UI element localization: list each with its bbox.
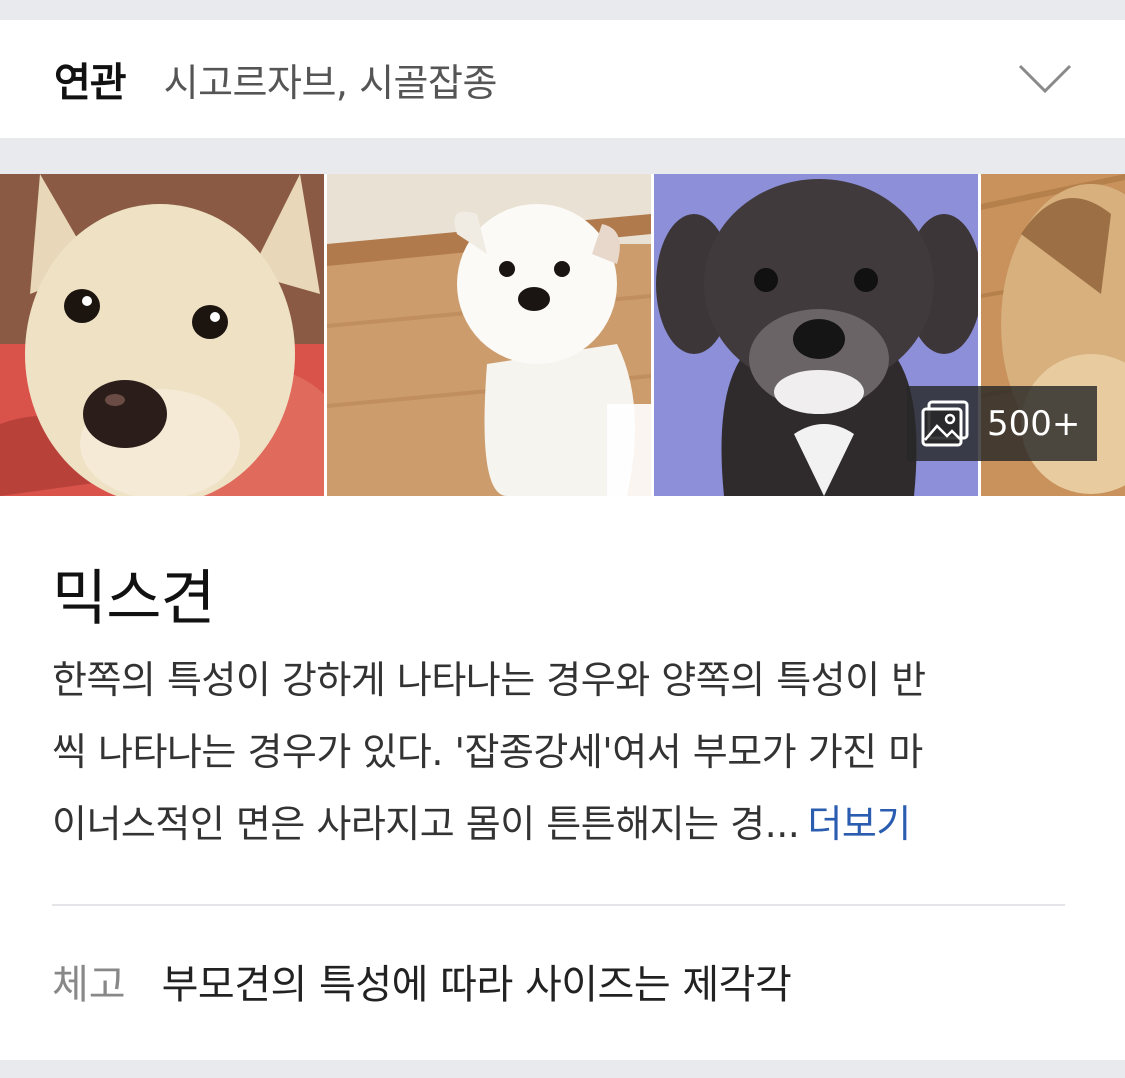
image-stack-icon: [921, 400, 969, 446]
photo-gallery[interactable]: 500+: [0, 174, 1125, 496]
description-line-last: 이너스적인 면은 사라지고 몸이 튼튼해지는 경... 더보기: [52, 788, 1072, 860]
related-label: 연관: [54, 60, 127, 106]
chevron-down-icon[interactable]: [1017, 62, 1073, 96]
height-value: 부모견의 특성에 따라 사이즈는 제각각: [161, 962, 792, 1008]
bottom-spacer: [0, 1060, 1125, 1078]
photo-count: 500+: [987, 403, 1081, 444]
divider: [52, 904, 1065, 906]
tan-dog-photo[interactable]: [0, 174, 324, 496]
related-searches-bar[interactable]: 연관 시고르자브, 시골잡종: [0, 20, 1125, 138]
top-spacer: [0, 0, 1125, 18]
height-info-row: 체고 부모견의 특성에 따라 사이즈는 제각각: [52, 952, 792, 1010]
entry-title: 믹스견: [52, 564, 216, 634]
entry-description: 한쪽의 특성이 강하게 나타나는 경우와 양쪽의 특성이 반 씩 나타나는 경우…: [52, 644, 1072, 860]
description-line: 한쪽의 특성이 강하게 나타나는 경우와 양쪽의 특성이 반: [52, 658, 926, 702]
description-line: 씩 나타나는 경우가 있다. '잡종강세'여서 부모가 가진 마: [52, 730, 923, 774]
white-puppy-photo[interactable]: [327, 174, 651, 496]
related-terms[interactable]: 시고르자브, 시골잡종: [164, 52, 498, 107]
height-label: 체고: [52, 962, 126, 1008]
knowledge-card: 500+ 믹스견 한쪽의 특성이 강하게 나타나는 경우와 양쪽의 특성이 반 …: [0, 174, 1125, 1078]
section-gap: [0, 138, 1125, 174]
description-line-text: 이너스적인 면은 사라지고 몸이 튼튼해지는 경...: [52, 802, 800, 846]
more-link[interactable]: 더보기: [807, 802, 911, 846]
photo-count-badge[interactable]: 500+: [907, 386, 1097, 461]
